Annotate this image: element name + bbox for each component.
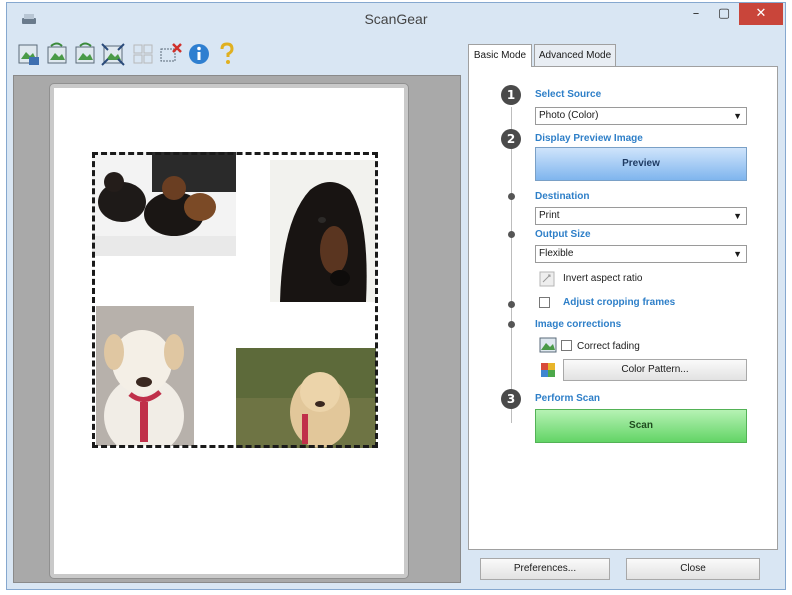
- step-2-badge: 2: [501, 129, 521, 149]
- select-source-label: Select Source: [535, 89, 602, 100]
- invert-aspect-ratio-label: Invert aspect ratio: [563, 273, 643, 284]
- correct-fading-checkbox[interactable]: [561, 340, 572, 351]
- chevron-down-icon: ▼: [733, 249, 742, 259]
- display-preview-label: Display Preview Image: [535, 133, 643, 144]
- correct-fading-icon: [539, 337, 557, 353]
- help-icon[interactable]: [215, 41, 239, 67]
- adjust-cropping-frames-label: Adjust cropping frames: [563, 297, 676, 308]
- adjust-cropping-frames-checkbox[interactable]: [539, 297, 550, 308]
- output-size-dropdown[interactable]: Flexible ▼: [535, 245, 747, 263]
- step-3-badge: 3: [501, 389, 521, 409]
- title-bar[interactable]: ScanGear – ▢ ✕: [7, 3, 785, 35]
- correct-fading-label: Correct fading: [577, 341, 640, 352]
- select-source-value: Photo (Color): [539, 110, 599, 121]
- destination-value: Print: [539, 210, 560, 221]
- rotate-left-icon[interactable]: [45, 41, 69, 67]
- preferences-button[interactable]: Preferences...: [480, 558, 610, 580]
- maximize-button[interactable]: ▢: [711, 3, 737, 25]
- preview-button[interactable]: Preview: [535, 147, 747, 181]
- perform-scan-label: Perform Scan: [535, 393, 601, 404]
- chevron-down-icon: ▼: [733, 111, 742, 121]
- step-dot: [508, 321, 515, 328]
- minimize-button[interactable]: –: [683, 3, 709, 25]
- invert-aspect-ratio-icon[interactable]: [539, 271, 555, 287]
- select-source-dropdown[interactable]: Photo (Color) ▼: [535, 107, 747, 125]
- step-connector-line: [511, 107, 512, 423]
- select-all-frames-icon[interactable]: [131, 41, 155, 67]
- tab-advanced-mode[interactable]: Advanced Mode: [534, 44, 616, 66]
- tab-basic-mode[interactable]: Basic Mode: [468, 44, 532, 67]
- delete-frame-icon[interactable]: [159, 41, 183, 67]
- step-dot: [508, 193, 515, 200]
- info-icon[interactable]: [187, 41, 211, 67]
- image-corrections-label: Image corrections: [535, 319, 622, 330]
- output-size-value: Flexible: [539, 248, 574, 259]
- scan-button[interactable]: Scan: [535, 409, 747, 443]
- close-window-button[interactable]: ✕: [739, 3, 783, 25]
- step-dot: [508, 301, 515, 308]
- step-1-badge: 1: [501, 85, 521, 105]
- cropping-frame[interactable]: [92, 152, 378, 448]
- chevron-down-icon: ▼: [733, 211, 742, 221]
- settings-panel: Basic Mode Advanced Mode 1 Select Source…: [462, 44, 780, 588]
- destination-label: Destination: [535, 191, 590, 202]
- auto-crop-icon[interactable]: [17, 41, 41, 67]
- output-size-label: Output Size: [535, 229, 591, 240]
- preview-toolbar: [13, 39, 463, 73]
- auto-crop-frame-icon[interactable]: [101, 41, 125, 67]
- basic-mode-panel: 1 Select Source Photo (Color) ▼ 2 Displa…: [468, 66, 778, 550]
- color-pattern-icon: [541, 363, 555, 377]
- color-pattern-button[interactable]: Color Pattern...: [563, 359, 747, 381]
- step-dot: [508, 231, 515, 238]
- window-title: ScanGear: [364, 11, 428, 27]
- rotate-right-icon[interactable]: [73, 41, 97, 67]
- close-button[interactable]: Close: [626, 558, 760, 580]
- destination-dropdown[interactable]: Print ▼: [535, 207, 747, 225]
